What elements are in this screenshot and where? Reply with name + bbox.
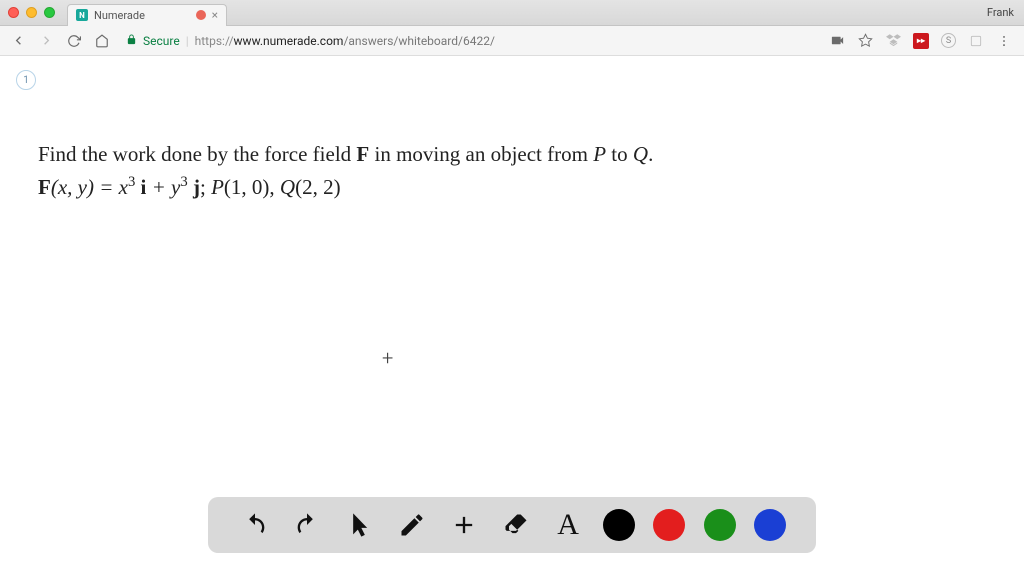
window-controls: [8, 7, 55, 18]
url-text: https://www.numerade.com/answers/whitebo…: [195, 34, 495, 48]
slide-number-badge[interactable]: 1: [16, 70, 36, 90]
question-line-1: Find the work done by the force field F …: [38, 138, 986, 171]
pointer-tool[interactable]: [342, 508, 376, 542]
browser-tab-strip: N Numerade × Frank: [0, 0, 1024, 26]
home-button[interactable]: [90, 29, 114, 53]
tab-favicon: N: [76, 9, 88, 21]
maximize-window-button[interactable]: [44, 7, 55, 18]
extension-s-icon[interactable]: S: [941, 33, 956, 48]
camera-icon[interactable]: [829, 33, 845, 49]
close-tab-icon[interactable]: ×: [212, 9, 218, 21]
extension-box-icon[interactable]: [968, 33, 984, 49]
whiteboard-toolbar: A: [208, 497, 816, 553]
page-content: 1 Find the work done by the force field …: [0, 56, 1024, 570]
redo-button[interactable]: [290, 508, 324, 542]
browser-tab[interactable]: N Numerade ×: [67, 4, 227, 26]
text-tool[interactable]: A: [551, 508, 585, 542]
minimize-window-button[interactable]: [26, 7, 37, 18]
back-button[interactable]: [6, 29, 30, 53]
url-divider: |: [186, 34, 189, 48]
dropbox-icon[interactable]: [885, 33, 901, 49]
undo-button[interactable]: [238, 508, 272, 542]
question-text: Find the work done by the force field F …: [38, 138, 986, 203]
close-window-button[interactable]: [8, 7, 19, 18]
address-bar-icons: ▸▸ S: [829, 33, 1018, 49]
crosshair-cursor-icon: +: [382, 346, 393, 370]
secure-label: Secure: [143, 34, 180, 48]
profile-name[interactable]: Frank: [987, 6, 1014, 19]
lock-icon: [126, 34, 137, 48]
youtube-icon[interactable]: ▸▸: [913, 33, 929, 49]
address-bar: Secure | https://www.numerade.com/answer…: [0, 26, 1024, 56]
menu-icon[interactable]: [996, 33, 1012, 49]
color-red[interactable]: [653, 509, 685, 541]
question-equation: F(x, y) = x3 i + y3 j; P(1, 0), Q(2, 2): [38, 171, 986, 204]
tab-title: Numerade: [94, 9, 190, 22]
recording-icon: [196, 10, 206, 20]
star-icon[interactable]: [857, 33, 873, 49]
color-black[interactable]: [603, 509, 635, 541]
color-green[interactable]: [704, 509, 736, 541]
pencil-tool[interactable]: [395, 508, 429, 542]
reload-button[interactable]: [62, 29, 86, 53]
add-shape-tool[interactable]: [447, 508, 481, 542]
eraser-tool[interactable]: [499, 508, 533, 542]
url-field[interactable]: Secure | https://www.numerade.com/answer…: [118, 30, 825, 52]
color-blue[interactable]: [754, 509, 786, 541]
forward-button[interactable]: [34, 29, 58, 53]
